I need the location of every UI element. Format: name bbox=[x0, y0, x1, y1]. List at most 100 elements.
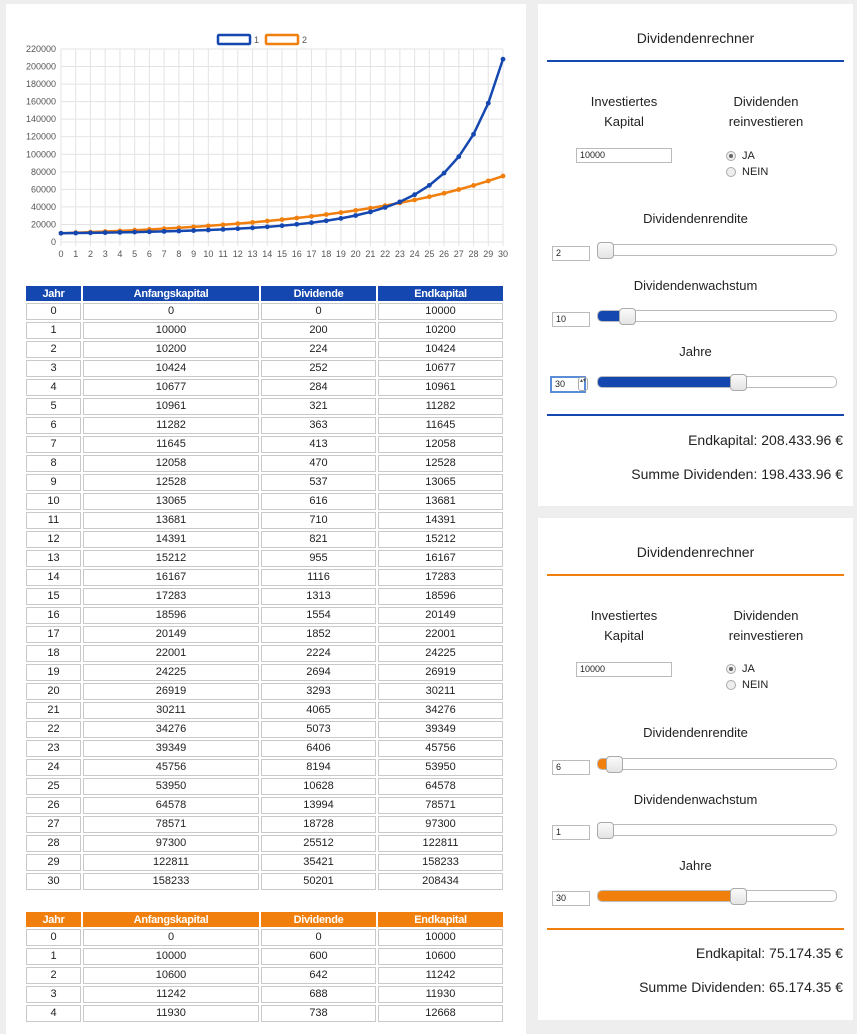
capital-input[interactable]: 10000 bbox=[576, 148, 672, 163]
label-years: Jahre bbox=[679, 858, 712, 873]
radio-nein[interactable]: NEIN bbox=[726, 679, 768, 691]
table-cell: 39349 bbox=[83, 740, 259, 757]
table-row: 15 17283 1313 18596 bbox=[26, 588, 503, 605]
table-cell: 738 bbox=[261, 1005, 376, 1022]
data-point-1 bbox=[456, 154, 462, 160]
yield-input[interactable]: 2 bbox=[552, 246, 590, 261]
table-cell: 78571 bbox=[83, 816, 259, 833]
table-row: 2 10600 642 11242 bbox=[26, 967, 503, 984]
endkapital-result: Endkapital: 208.433.96 € bbox=[688, 432, 843, 448]
data-point-1 bbox=[220, 226, 226, 232]
endkapital-result: Endkapital: 75.174.35 € bbox=[695, 945, 843, 961]
table-cell: 710 bbox=[261, 512, 376, 529]
yield-input[interactable]: 6 bbox=[552, 760, 590, 775]
data-point-1 bbox=[500, 56, 506, 62]
growth-slider-thumb[interactable] bbox=[619, 308, 637, 325]
yield-slider[interactable] bbox=[597, 758, 837, 770]
radio-label: NEIN bbox=[742, 166, 769, 178]
table-cell: 224 bbox=[261, 341, 376, 358]
column-header-anfangskapital: Anfangskapital bbox=[83, 286, 259, 301]
radio-ja[interactable]: JA bbox=[726, 150, 755, 162]
table-cell: 15212 bbox=[378, 531, 503, 548]
years-input[interactable]: 30 bbox=[552, 891, 590, 906]
radio-button[interactable] bbox=[726, 167, 736, 177]
data-point-1 bbox=[294, 221, 300, 227]
table-cell: 34276 bbox=[378, 702, 503, 719]
table-cell: 1313 bbox=[261, 588, 376, 605]
x-tick-label: 24 bbox=[410, 249, 420, 259]
x-tick-label: 6 bbox=[147, 249, 152, 259]
x-tick-label: 18 bbox=[321, 249, 331, 259]
data-point-1 bbox=[412, 192, 417, 198]
x-tick-label: 7 bbox=[162, 249, 167, 259]
years-slider[interactable] bbox=[597, 890, 837, 902]
growth-input[interactable]: 1 bbox=[552, 825, 590, 840]
table-row: 29 122811 35421 158233 bbox=[26, 854, 503, 871]
years-slider-thumb[interactable] bbox=[730, 888, 748, 905]
spinner-icon[interactable]: ▴▾ bbox=[578, 377, 588, 391]
table-cell: 22001 bbox=[83, 645, 259, 662]
data-point-1 bbox=[205, 227, 211, 233]
data-point-1 bbox=[338, 215, 344, 221]
radio-nein[interactable]: NEIN bbox=[726, 166, 768, 178]
radio-button[interactable] bbox=[726, 151, 736, 161]
x-tick-label: 17 bbox=[306, 249, 316, 259]
data-point-1 bbox=[88, 230, 93, 236]
results-table-1: Jahr Anfangskapital Dividende Endkapital… bbox=[24, 284, 505, 892]
table-cell: 3293 bbox=[261, 683, 376, 700]
data-point-1 bbox=[471, 131, 476, 137]
years-slider-thumb[interactable] bbox=[730, 374, 748, 391]
table-cell: 11645 bbox=[83, 436, 259, 453]
x-tick-label: 16 bbox=[292, 249, 302, 259]
table-cell: 4065 bbox=[261, 702, 376, 719]
table-cell: 16167 bbox=[378, 550, 503, 567]
data-point-2 bbox=[294, 215, 300, 221]
table-cell: 10000 bbox=[378, 929, 503, 946]
y-tick-label: 220000 bbox=[26, 44, 56, 54]
table-cell: 1852 bbox=[261, 626, 376, 643]
table-row: 9 12528 537 13065 bbox=[26, 474, 503, 491]
yield-slider-thumb[interactable] bbox=[605, 756, 623, 773]
column-header-jahr: Jahr bbox=[26, 912, 81, 927]
data-point-1 bbox=[353, 213, 359, 218]
label-dividend-growth: Dividendenwachstum bbox=[633, 278, 758, 293]
table-cell: 24 bbox=[26, 759, 81, 776]
data-point-1 bbox=[264, 224, 270, 230]
data-point-2 bbox=[338, 210, 344, 215]
growth-input[interactable]: 10 bbox=[552, 312, 590, 327]
x-tick-label: 0 bbox=[58, 249, 63, 259]
y-tick-label: 40000 bbox=[31, 202, 56, 212]
table-row: 18 22001 2224 24225 bbox=[26, 645, 503, 662]
table-cell: 13994 bbox=[261, 797, 376, 814]
growth-slider-thumb[interactable] bbox=[597, 822, 614, 839]
slider-fill bbox=[598, 377, 741, 387]
legend-swatch-2 bbox=[264, 33, 300, 46]
data-point-1 bbox=[368, 209, 373, 215]
table-cell: 158233 bbox=[378, 854, 503, 871]
calculator-title: Dividendenrechner bbox=[636, 30, 755, 46]
table-cell: 10677 bbox=[378, 360, 503, 377]
table-cell: 12528 bbox=[83, 474, 259, 491]
table-cell: 0 bbox=[83, 929, 259, 946]
capital-input[interactable]: 10000 bbox=[576, 662, 672, 677]
x-tick-label: 14 bbox=[262, 249, 272, 259]
y-tick-label: 120000 bbox=[26, 132, 56, 142]
growth-slider[interactable] bbox=[597, 824, 837, 836]
data-point-2 bbox=[353, 208, 359, 213]
table-cell: 10000 bbox=[378, 303, 503, 320]
column-header-endkapital: Endkapital bbox=[378, 912, 503, 927]
radio-ja[interactable]: JA bbox=[726, 663, 755, 675]
yield-slider[interactable] bbox=[597, 244, 837, 256]
radio-button[interactable] bbox=[726, 664, 736, 674]
legend-swatch-1 bbox=[216, 33, 252, 46]
yield-slider-thumb[interactable] bbox=[597, 242, 614, 259]
radio-button[interactable] bbox=[726, 680, 736, 690]
table-cell: 0 bbox=[83, 303, 259, 320]
table-cell: 4 bbox=[26, 379, 81, 396]
table-cell: 252 bbox=[261, 360, 376, 377]
table-cell: 27 bbox=[26, 816, 81, 833]
table-cell: 11282 bbox=[83, 417, 259, 434]
table-cell: 11 bbox=[26, 512, 81, 529]
table-cell: 28 bbox=[26, 835, 81, 852]
years-slider[interactable] bbox=[597, 376, 837, 388]
